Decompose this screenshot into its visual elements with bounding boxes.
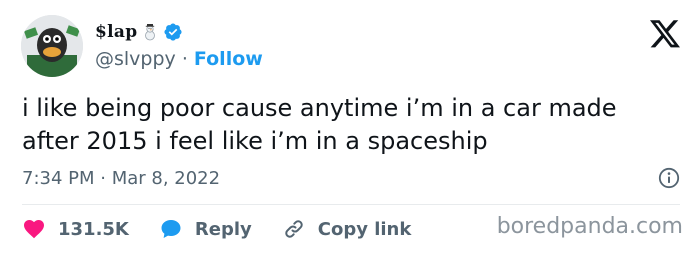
divider bbox=[22, 204, 680, 205]
tweet-time[interactable]: 7:34 PM bbox=[22, 168, 95, 189]
verified-badge-icon bbox=[163, 22, 183, 42]
x-logo-icon[interactable] bbox=[650, 20, 680, 48]
speech-bubble-icon bbox=[159, 217, 183, 241]
copy-link-button[interactable]: Copy link bbox=[282, 217, 412, 241]
info-icon[interactable] bbox=[658, 167, 680, 189]
author-handle[interactable]: @slvppy bbox=[95, 48, 176, 70]
reply-button[interactable]: Reply bbox=[159, 217, 252, 241]
action-bar: 131.5K Reply Copy link bbox=[22, 212, 441, 246]
meta-separator: · bbox=[94, 168, 112, 189]
follow-button[interactable]: Follow bbox=[194, 48, 263, 70]
tweet-meta: 7:34 PM · Mar 8, 2022 bbox=[22, 168, 220, 189]
tweet-text: i like being poor cause anytime i’m in a… bbox=[22, 94, 617, 155]
author-name-row: $lap bbox=[95, 20, 183, 44]
snowman-icon bbox=[141, 23, 159, 41]
reply-label: Reply bbox=[194, 218, 252, 240]
link-icon bbox=[282, 217, 306, 241]
watermark: boredpanda.com bbox=[496, 214, 683, 239]
heart-icon bbox=[22, 217, 46, 241]
handle-separator: · bbox=[175, 48, 194, 70]
like-button[interactable]: 131.5K bbox=[22, 217, 129, 241]
author-display-name[interactable]: $lap bbox=[95, 22, 137, 42]
author-handle-row: @slvppy · Follow bbox=[95, 48, 263, 70]
copy-link-label: Copy link bbox=[317, 218, 412, 240]
like-count: 131.5K bbox=[58, 218, 129, 240]
avatar[interactable] bbox=[21, 15, 83, 77]
tweet-date[interactable]: Mar 8, 2022 bbox=[112, 168, 220, 189]
avatar-image bbox=[21, 15, 83, 77]
